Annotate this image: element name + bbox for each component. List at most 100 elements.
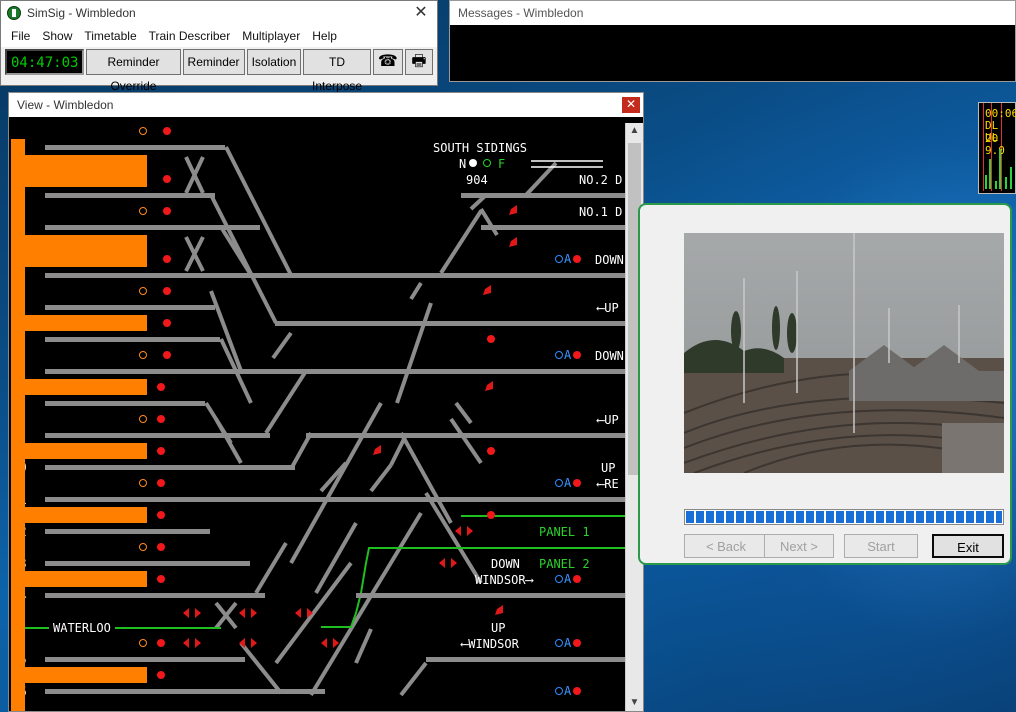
signal-red-icon[interactable] <box>157 383 165 391</box>
shunt-signal-icon[interactable] <box>139 127 147 135</box>
menu-train-describer[interactable]: Train Describer <box>143 29 237 43</box>
auto-signal-icon[interactable] <box>555 575 563 583</box>
auto-signal-icon[interactable] <box>555 687 563 695</box>
signalling-panel[interactable]: 1 2 3 4 5 6 7 8 9 10 11 12 13 14 15 16 <box>11 123 625 711</box>
platform <box>25 315 147 331</box>
f-label: F <box>498 157 506 171</box>
shunt-signal-icon[interactable] <box>139 639 147 647</box>
auto-letter: A <box>564 572 572 586</box>
up-windsor-label-1: UP <box>491 621 506 635</box>
signal-red-icon[interactable] <box>157 575 165 583</box>
exit-button[interactable]: Exit <box>932 534 1004 558</box>
track-segment <box>45 145 225 150</box>
shunt-signal-icon[interactable] <box>139 287 147 295</box>
signal-red-icon[interactable] <box>157 479 165 487</box>
track-segment <box>426 657 625 662</box>
signal-red-icon[interactable] <box>163 127 171 135</box>
menu-timetable[interactable]: Timetable <box>78 29 142 43</box>
auto-letter: A <box>564 252 572 266</box>
track-segment <box>45 593 265 598</box>
printer-icon[interactable]: 🖶 <box>404 49 433 75</box>
track-segment <box>45 193 215 198</box>
auto-letter: A <box>564 684 572 698</box>
main-toolbar: 04:47:03 Reminder Override Reminder Isol… <box>1 47 437 93</box>
signal-red-icon[interactable] <box>487 335 495 343</box>
signal-red-icon[interactable] <box>163 207 171 215</box>
signal-red-icon[interactable] <box>573 639 581 647</box>
signal-red-icon[interactable] <box>487 447 495 455</box>
scroll-down-icon[interactable]: ▼ <box>626 695 643 711</box>
reminder-button[interactable]: Reminder <box>182 49 245 75</box>
menu-file[interactable]: File <box>5 29 36 43</box>
messages-title: Messages - Wimbledon <box>450 1 1015 25</box>
no2-label: NO.2 D <box>579 173 623 187</box>
track-segment <box>45 529 210 534</box>
track-segment <box>275 321 625 326</box>
signal-red-icon[interactable] <box>573 687 581 695</box>
menu-help[interactable]: Help <box>306 29 343 43</box>
signal-red-icon[interactable] <box>573 575 581 583</box>
auto-signal-icon[interactable] <box>555 639 563 647</box>
scroll-up-icon[interactable]: ▲ <box>626 123 643 139</box>
down-label: DOWN <box>595 253 624 267</box>
reminder-override-button[interactable]: Reminder Override <box>86 49 181 93</box>
simulation-loader-dialog: < Back Next > Start Exit <box>638 203 1012 565</box>
platform <box>11 139 25 157</box>
panel-2-label: PANEL 2 <box>539 557 590 571</box>
next-button[interactable]: Next > <box>764 534 834 558</box>
isolation-button[interactable]: Isolation <box>246 49 302 75</box>
track-segment <box>45 305 215 310</box>
signal-red-icon[interactable] <box>163 255 171 263</box>
signal-red-icon[interactable] <box>163 319 171 327</box>
back-button[interactable]: < Back <box>684 534 768 558</box>
track-segment <box>45 465 295 470</box>
shunt-signal-icon[interactable] <box>139 543 147 551</box>
signal-red-icon[interactable] <box>573 351 581 359</box>
start-button[interactable]: Start <box>844 534 918 558</box>
td-interpose-button[interactable]: TD Interpose <box>303 49 371 93</box>
auto-letter: A <box>564 476 572 490</box>
signal-red-icon[interactable] <box>157 543 165 551</box>
shunt-signal-icon[interactable] <box>139 479 147 487</box>
menu-show[interactable]: Show <box>36 29 78 43</box>
signal-red-icon[interactable] <box>573 255 581 263</box>
menu-bar: File Show Timetable Train Describer Mult… <box>1 25 437 47</box>
simsig-app-icon <box>7 6 21 20</box>
signal-red-icon[interactable] <box>163 287 171 295</box>
platform <box>11 157 25 271</box>
signal-red-icon[interactable] <box>163 175 171 183</box>
platform <box>11 271 25 711</box>
telephone-icon[interactable]: ☎ <box>372 49 403 75</box>
track-segment <box>45 337 220 342</box>
auto-signal-icon[interactable] <box>555 479 563 487</box>
auto-signal-icon[interactable] <box>555 351 563 359</box>
signal-red-icon[interactable] <box>157 639 165 647</box>
view-close-button[interactable]: ✕ <box>622 97 640 113</box>
messages-window: Messages - Wimbledon <box>449 0 1016 82</box>
signal-red-icon[interactable] <box>487 511 495 519</box>
white-signal-icon[interactable] <box>469 159 477 167</box>
loading-progress-bar <box>684 509 1004 525</box>
platform <box>25 667 147 683</box>
platform <box>25 235 147 267</box>
signal-red-icon[interactable] <box>157 671 165 679</box>
signal-red-icon[interactable] <box>163 351 171 359</box>
signal-red-icon[interactable] <box>157 415 165 423</box>
main-titlebar: SimSig - Wimbledon ✕ <box>1 1 437 25</box>
auto-signal-icon[interactable] <box>555 255 563 263</box>
signal-red-icon[interactable] <box>157 511 165 519</box>
track-segment <box>45 273 625 278</box>
shunt-signal-icon[interactable] <box>139 351 147 359</box>
shunt-signal-icon[interactable] <box>139 207 147 215</box>
green-signal-icon[interactable] <box>483 159 491 167</box>
view-titlebar: View - Wimbledon ✕ <box>9 93 643 117</box>
menu-multiplayer[interactable]: Multiplayer <box>236 29 306 43</box>
sim-clock[interactable]: 04:47:03 <box>5 49 85 75</box>
main-close-button[interactable]: ✕ <box>411 1 431 25</box>
shunt-signal-icon[interactable] <box>139 415 147 423</box>
south-sidings-label: SOUTH SIDINGS <box>433 141 527 155</box>
signal-red-icon[interactable] <box>157 447 165 455</box>
up-windsor-label-2: ⟵WINDSOR <box>461 637 519 651</box>
waterloo-label: WATERLOO <box>49 621 115 635</box>
signal-red-icon[interactable] <box>573 479 581 487</box>
